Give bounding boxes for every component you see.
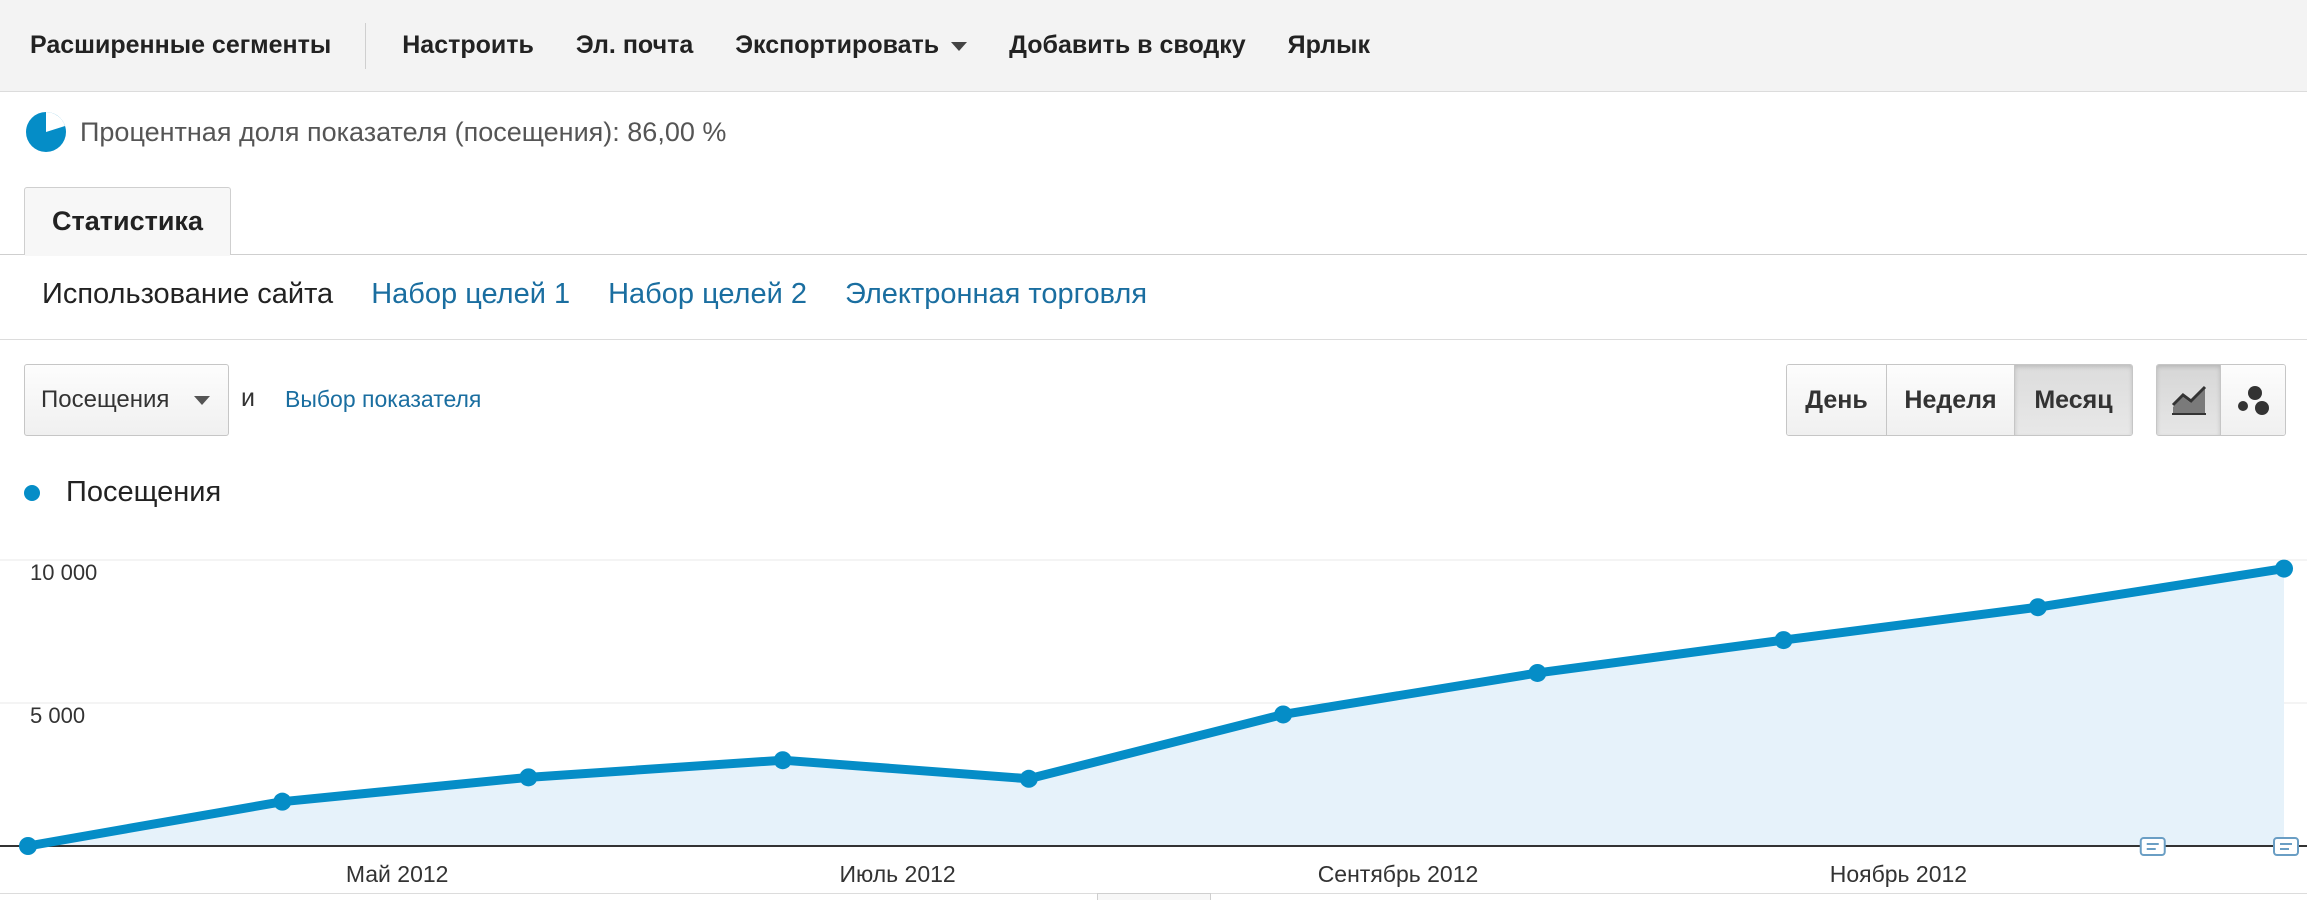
series-area bbox=[28, 568, 2284, 846]
x-tick-label: Июль 2012 bbox=[839, 861, 955, 887]
period-month-button[interactable]: Месяц bbox=[2015, 365, 2132, 435]
toolbar-separator bbox=[365, 22, 367, 69]
subnav-ecommerce[interactable]: Электронная торговля bbox=[845, 278, 1147, 311]
metric-dropdown-value: Посещения bbox=[41, 386, 170, 413]
period-day-button[interactable]: День bbox=[1787, 365, 1887, 435]
metric-dropdown[interactable]: Посещения bbox=[24, 364, 229, 436]
data-point[interactable] bbox=[273, 792, 292, 811]
and-label: и bbox=[241, 384, 255, 412]
chevron-down-icon bbox=[194, 396, 210, 405]
sampling-text: Процентная доля показателя (посещения): … bbox=[80, 116, 727, 147]
data-point[interactable] bbox=[1019, 769, 1038, 788]
x-tick-label: Сентябрь 2012 bbox=[1318, 861, 1479, 887]
annotation-icon[interactable] bbox=[2139, 837, 2166, 856]
tab-gap bbox=[25, 254, 230, 256]
x-tick-label: Май 2012 bbox=[346, 861, 449, 887]
motion-chart-button[interactable] bbox=[2221, 365, 2285, 435]
legend-marker bbox=[24, 484, 40, 501]
line-chart-icon bbox=[2171, 385, 2206, 415]
data-point[interactable] bbox=[519, 768, 538, 787]
visits-chart: 10 000 5 000 Май 2012 Июль 2012 Сентябрь 201… bbox=[0, 559, 2307, 887]
subnav-divider bbox=[0, 339, 2307, 340]
sampling-notice: Процентная доля показателя (посещения): … bbox=[24, 110, 726, 154]
email-button[interactable]: Эл. почта bbox=[576, 31, 693, 60]
subnav-goal-set-2[interactable]: Набор целей 2 bbox=[608, 278, 807, 311]
chevron-down-icon bbox=[951, 41, 968, 51]
data-point[interactable] bbox=[1528, 663, 1547, 682]
subnav-goal-set-1[interactable]: Набор целей 1 bbox=[371, 278, 570, 311]
advanced-segments-button[interactable]: Расширенные сегменты bbox=[30, 31, 331, 60]
report-toolbar: Расширенные сегменты Настроить Эл. почта… bbox=[0, 0, 2307, 92]
choose-metric-link[interactable]: Выбор показателя bbox=[285, 386, 481, 413]
export-label: Экспортировать bbox=[735, 31, 940, 59]
subnav-site-usage[interactable]: Использование сайта bbox=[42, 278, 333, 311]
period-selector: День Неделя Месяц bbox=[1786, 364, 2133, 436]
chart-legend: Посещения bbox=[24, 476, 221, 509]
explorer-subnav: Использование сайта Набор целей 1 Набор … bbox=[42, 278, 1185, 311]
data-point[interactable] bbox=[19, 837, 37, 855]
y-tick-label: 5 000 bbox=[30, 703, 85, 728]
export-button[interactable]: Экспортировать bbox=[735, 31, 968, 60]
add-to-dashboard-button[interactable]: Добавить в сводку bbox=[1009, 31, 1246, 60]
x-tick-label: Ноябрь 2012 bbox=[1830, 861, 1967, 887]
data-point[interactable] bbox=[773, 751, 792, 770]
motion-chart-icon bbox=[2238, 386, 2269, 415]
pie-chart-icon bbox=[26, 112, 66, 152]
tab-divider bbox=[0, 254, 2307, 255]
annotation-icon[interactable] bbox=[2273, 837, 2299, 856]
period-week-button[interactable]: Неделя bbox=[1887, 365, 2015, 435]
y-tick-label: 10 000 bbox=[30, 560, 97, 585]
data-point[interactable] bbox=[1274, 705, 1293, 724]
data-point[interactable] bbox=[1774, 631, 1793, 650]
chart-type-selector bbox=[2156, 364, 2286, 436]
shortcut-button[interactable]: Ярлык bbox=[1288, 31, 1370, 60]
data-point[interactable] bbox=[2275, 559, 2293, 578]
line-chart-button[interactable] bbox=[2157, 365, 2221, 435]
annotations-toggle[interactable] bbox=[1097, 893, 1211, 900]
customize-button[interactable]: Настроить bbox=[402, 31, 534, 60]
legend-label: Посещения bbox=[66, 476, 222, 508]
tab-statistics[interactable]: Статистика bbox=[24, 187, 231, 255]
data-point[interactable] bbox=[2028, 598, 2047, 617]
